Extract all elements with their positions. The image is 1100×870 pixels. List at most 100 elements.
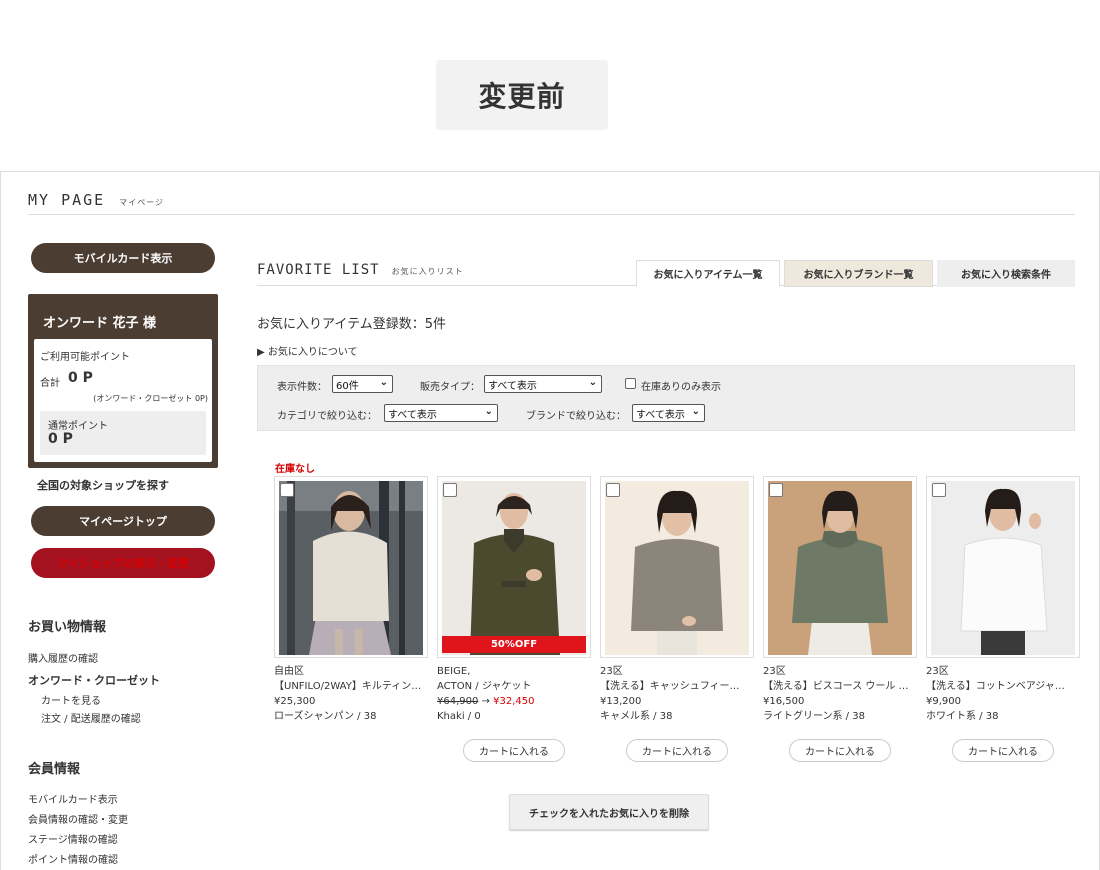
- favorite-title-ja: お気に入りリスト: [391, 267, 464, 276]
- product-sale-price: ¥32,450: [493, 696, 535, 707]
- point-info-link[interactable]: ポイント情報の確認: [28, 851, 118, 866]
- shopping-info-heading: お買い物情報: [28, 620, 107, 635]
- product-name[interactable]: 【UNFILO/2WAY】キルティング…: [274, 679, 424, 694]
- per-page-value: 60件: [336, 380, 359, 392]
- points-panel: ご利用可能ポイント 合計 0 P (オンワード・クローゼット 0P) 通常ポイン…: [34, 339, 212, 462]
- tab-favorite-brands[interactable]: お気に入りブランド一覧: [784, 260, 933, 287]
- add-to-cart-button[interactable]: カートに入れる: [463, 739, 565, 762]
- delete-checked-favorites-button[interactable]: チェックを入れたお気に入りを削除: [509, 794, 709, 830]
- view-cart-link[interactable]: カートを見る: [41, 692, 101, 707]
- find-shop-link[interactable]: 全国の対象ショップを探す: [37, 477, 169, 493]
- points-total-value: 0 P: [68, 370, 93, 386]
- myshop-button[interactable]: マイショップの表示・変更: [31, 548, 215, 578]
- product-image[interactable]: [600, 476, 754, 658]
- mypage-title-ja: マイページ: [119, 198, 165, 207]
- category-label: カテゴリで絞り込む：: [277, 411, 377, 422]
- product-photo: [442, 481, 586, 655]
- product-color-size: キャメル系 / 38: [600, 711, 673, 722]
- brand-value: すべて表示: [636, 409, 685, 421]
- sale-type-select[interactable]: すべて表示 ⌄: [484, 375, 602, 393]
- sale-badge: 50%OFF: [442, 636, 586, 653]
- page-frame: MY PAGE マイページ モバイルカード表示 オンワード 花子 様 ご利用可能…: [0, 171, 1100, 870]
- product-checkbox[interactable]: [443, 483, 457, 497]
- in-stock-label: 在庫ありのみ表示: [641, 382, 721, 393]
- per-page-select[interactable]: 60件 ⌄: [332, 375, 393, 393]
- favorite-title-en: FAVORITE LIST: [257, 262, 380, 278]
- product-checkbox[interactable]: [769, 483, 783, 497]
- chevron-down-icon: ⌄: [379, 377, 388, 388]
- product-price: ¥13,200: [600, 696, 642, 707]
- product-price-row: ¥64,900 → ¥32,450: [437, 694, 587, 709]
- favorite-count: お気に入りアイテム登録数：5件: [257, 317, 446, 332]
- mypage-title: MY PAGE マイページ: [28, 191, 164, 209]
- product-original-price: ¥64,900: [437, 696, 479, 707]
- points-closet-note: (オンワード・クローゼット 0P): [93, 394, 208, 403]
- member-name: オンワード 花子 様: [43, 316, 157, 331]
- filter-panel: 表示件数： 60件 ⌄ 販売タイプ： すべて表示 ⌄ 在庫ありのみ表示 カテゴリ…: [257, 365, 1075, 431]
- product-brand: 23区: [926, 666, 949, 677]
- about-favorites-link[interactable]: ▶ お気に入りについて: [257, 343, 358, 358]
- brand-select[interactable]: すべて表示 ⌄: [632, 404, 705, 422]
- mobile-card-link[interactable]: モバイルカード表示: [28, 791, 118, 806]
- product-card: 23区 【洗える】キャッシュフィー… ¥13,200 キャメル系 / 38: [600, 476, 754, 724]
- add-to-cart-button[interactable]: カートに入れる: [626, 739, 728, 762]
- points-total-label: 合計: [40, 378, 60, 389]
- tab-favorite-items[interactable]: お気に入りアイテム一覧: [636, 260, 780, 287]
- add-to-cart-button[interactable]: カートに入れる: [789, 739, 891, 762]
- product-checkbox[interactable]: [280, 483, 294, 497]
- chevron-down-icon: ⌄: [691, 406, 700, 417]
- product-card: 23区 【洗える】ビスコース ウール … ¥16,500 ライトグリーン系 / …: [763, 476, 917, 724]
- chevron-down-icon: ⌄: [484, 406, 493, 417]
- product-brand: 23区: [600, 666, 623, 677]
- before-change-badge: 変更前: [436, 60, 608, 130]
- normal-points-value: 0 P: [48, 431, 73, 447]
- order-history-link[interactable]: 注文 / 配送履歴の確認: [41, 710, 141, 725]
- product-photo: [279, 481, 423, 655]
- category-value: すべて表示: [388, 409, 437, 421]
- product-name[interactable]: 【洗える】コットンベアジャ…: [926, 679, 1076, 694]
- product-image[interactable]: [274, 476, 428, 658]
- in-stock-checkbox[interactable]: [625, 378, 636, 389]
- product-brand: 自由区: [274, 666, 304, 677]
- product-image[interactable]: [926, 476, 1080, 658]
- product-checkbox[interactable]: [932, 483, 946, 497]
- product-price: ¥16,500: [763, 696, 805, 707]
- divider: [28, 214, 1075, 215]
- tab-favorite-searches[interactable]: お気に入り検索条件: [937, 260, 1075, 287]
- brand-filter-label: ブランドで絞り込む：: [526, 411, 626, 422]
- mobile-card-button[interactable]: モバイルカード表示: [31, 243, 215, 273]
- points-label: ご利用可能ポイント: [40, 352, 130, 363]
- product-image[interactable]: 50%OFF: [437, 476, 591, 658]
- price-arrow: →: [481, 696, 490, 707]
- normal-points-box: 通常ポイント 0 P: [40, 411, 206, 455]
- product-name[interactable]: ACTON / ジャケット: [437, 679, 587, 694]
- mypage-top-button[interactable]: マイページトップ: [31, 506, 215, 536]
- member-info-link[interactable]: 会員情報の確認・変更: [28, 811, 128, 826]
- member-info-heading: 会員情報: [28, 762, 81, 777]
- product-card: 自由区 【UNFILO/2WAY】キルティング… ¥25,300 ローズシャンパ…: [274, 476, 428, 724]
- product-name[interactable]: 【洗える】ビスコース ウール …: [763, 679, 913, 694]
- product-checkbox[interactable]: [606, 483, 620, 497]
- product-color-size: ローズシャンパン / 38: [274, 711, 377, 722]
- product-price: ¥25,300: [274, 696, 316, 707]
- out-of-stock-label: 在庫なし: [275, 464, 315, 475]
- product-image[interactable]: [763, 476, 917, 658]
- favorite-list-title: FAVORITE LIST お気に入りリスト: [257, 262, 464, 278]
- closet-link[interactable]: オンワード・クローゼット: [28, 672, 160, 688]
- product-card: 23区 【洗える】コットンベアジャ… ¥9,900 ホワイト系 / 38: [926, 476, 1080, 724]
- add-to-cart-button[interactable]: カートに入れる: [952, 739, 1054, 762]
- product-brand: BEIGE,: [437, 666, 471, 677]
- sale-type-label: 販売タイプ：: [420, 382, 480, 393]
- product-name[interactable]: 【洗える】キャッシュフィー…: [600, 679, 750, 694]
- chevron-down-icon: ⌄: [588, 377, 597, 388]
- category-select[interactable]: すべて表示 ⌄: [384, 404, 498, 422]
- product-photo: [605, 481, 749, 655]
- product-photo: [931, 481, 1075, 655]
- member-panel: オンワード 花子 様 ご利用可能ポイント 合計 0 P (オンワード・クローゼッ…: [28, 294, 218, 468]
- product-color-size: Khaki / 0: [437, 711, 481, 722]
- purchase-history-link[interactable]: 購入履歴の確認: [28, 650, 98, 665]
- product-color-size: ホワイト系 / 38: [926, 711, 999, 722]
- product-photo: [768, 481, 912, 655]
- stage-info-link[interactable]: ステージ情報の確認: [28, 831, 118, 846]
- product-brand: 23区: [763, 666, 786, 677]
